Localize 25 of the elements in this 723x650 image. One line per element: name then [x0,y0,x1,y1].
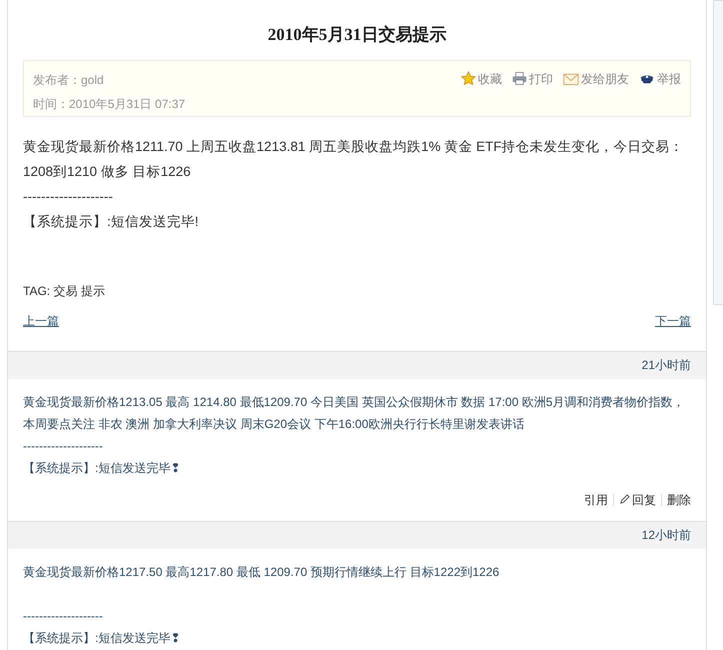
comment-action-link[interactable]: 回复 [619,490,656,508]
article-title: 2010年5月31日交易提示 [266,24,448,46]
article-text: 黄金现货最新价格1211.70 上周五收盘1213.81 周五美股收盘均跌1% 黄金 ETF持仓未发生变化，今日交易：1208到1210 做多 目标1226 [23,138,685,180]
prev-link[interactable]: 上一篇 [23,312,59,330]
time-text: 时间：2010年5月31日 07:37 [33,96,186,112]
printer-icon [512,71,527,86]
comment-text: 黄金现货最新价格1213.05 最高 1214.80 最低1209.70 今日美国 英国公众假期休市 数据 17:00 欧洲5月调和消费者物价指数，本周要点关注 非农 澳洲 加拿大利率决议 周末G20会议 下午16:00欧洲央行行长特里谢发表讲话 [23,394,686,432]
envelope-icon [563,72,579,86]
pencil-icon [619,494,630,505]
system-notice: 【系统提示】:短信发送完毕! [23,212,200,230]
dashed-separator: -------------------- [23,438,104,454]
dashed-separator: -------------------- [23,188,114,206]
dashed-separator: -------------------- [23,608,104,624]
next-link[interactable]: 下一篇 [655,312,691,330]
comment-time: 21小时前 [642,357,691,374]
system-notice: 【系统提示】:短信发送完毕❢ [23,460,182,476]
star-icon [461,71,476,86]
meta-action-link[interactable]: 收藏 [461,70,502,88]
comment-action-link[interactable]: 删除 [667,490,691,508]
author-text: 发布者：gold [33,72,105,88]
tag-text: TAG: 交易 提示 [22,282,106,300]
system-notice: 【系统提示】:短信发送完毕❢ [23,630,182,646]
comment-action-link[interactable]: 引用 [584,490,608,508]
comment-time: 12小时前 [642,527,691,544]
comment-text: 黄金现货最新价格1217.50 最高1217.80 最低 1209.70 预期行情继续上行 目标1222到1226 [23,564,500,580]
